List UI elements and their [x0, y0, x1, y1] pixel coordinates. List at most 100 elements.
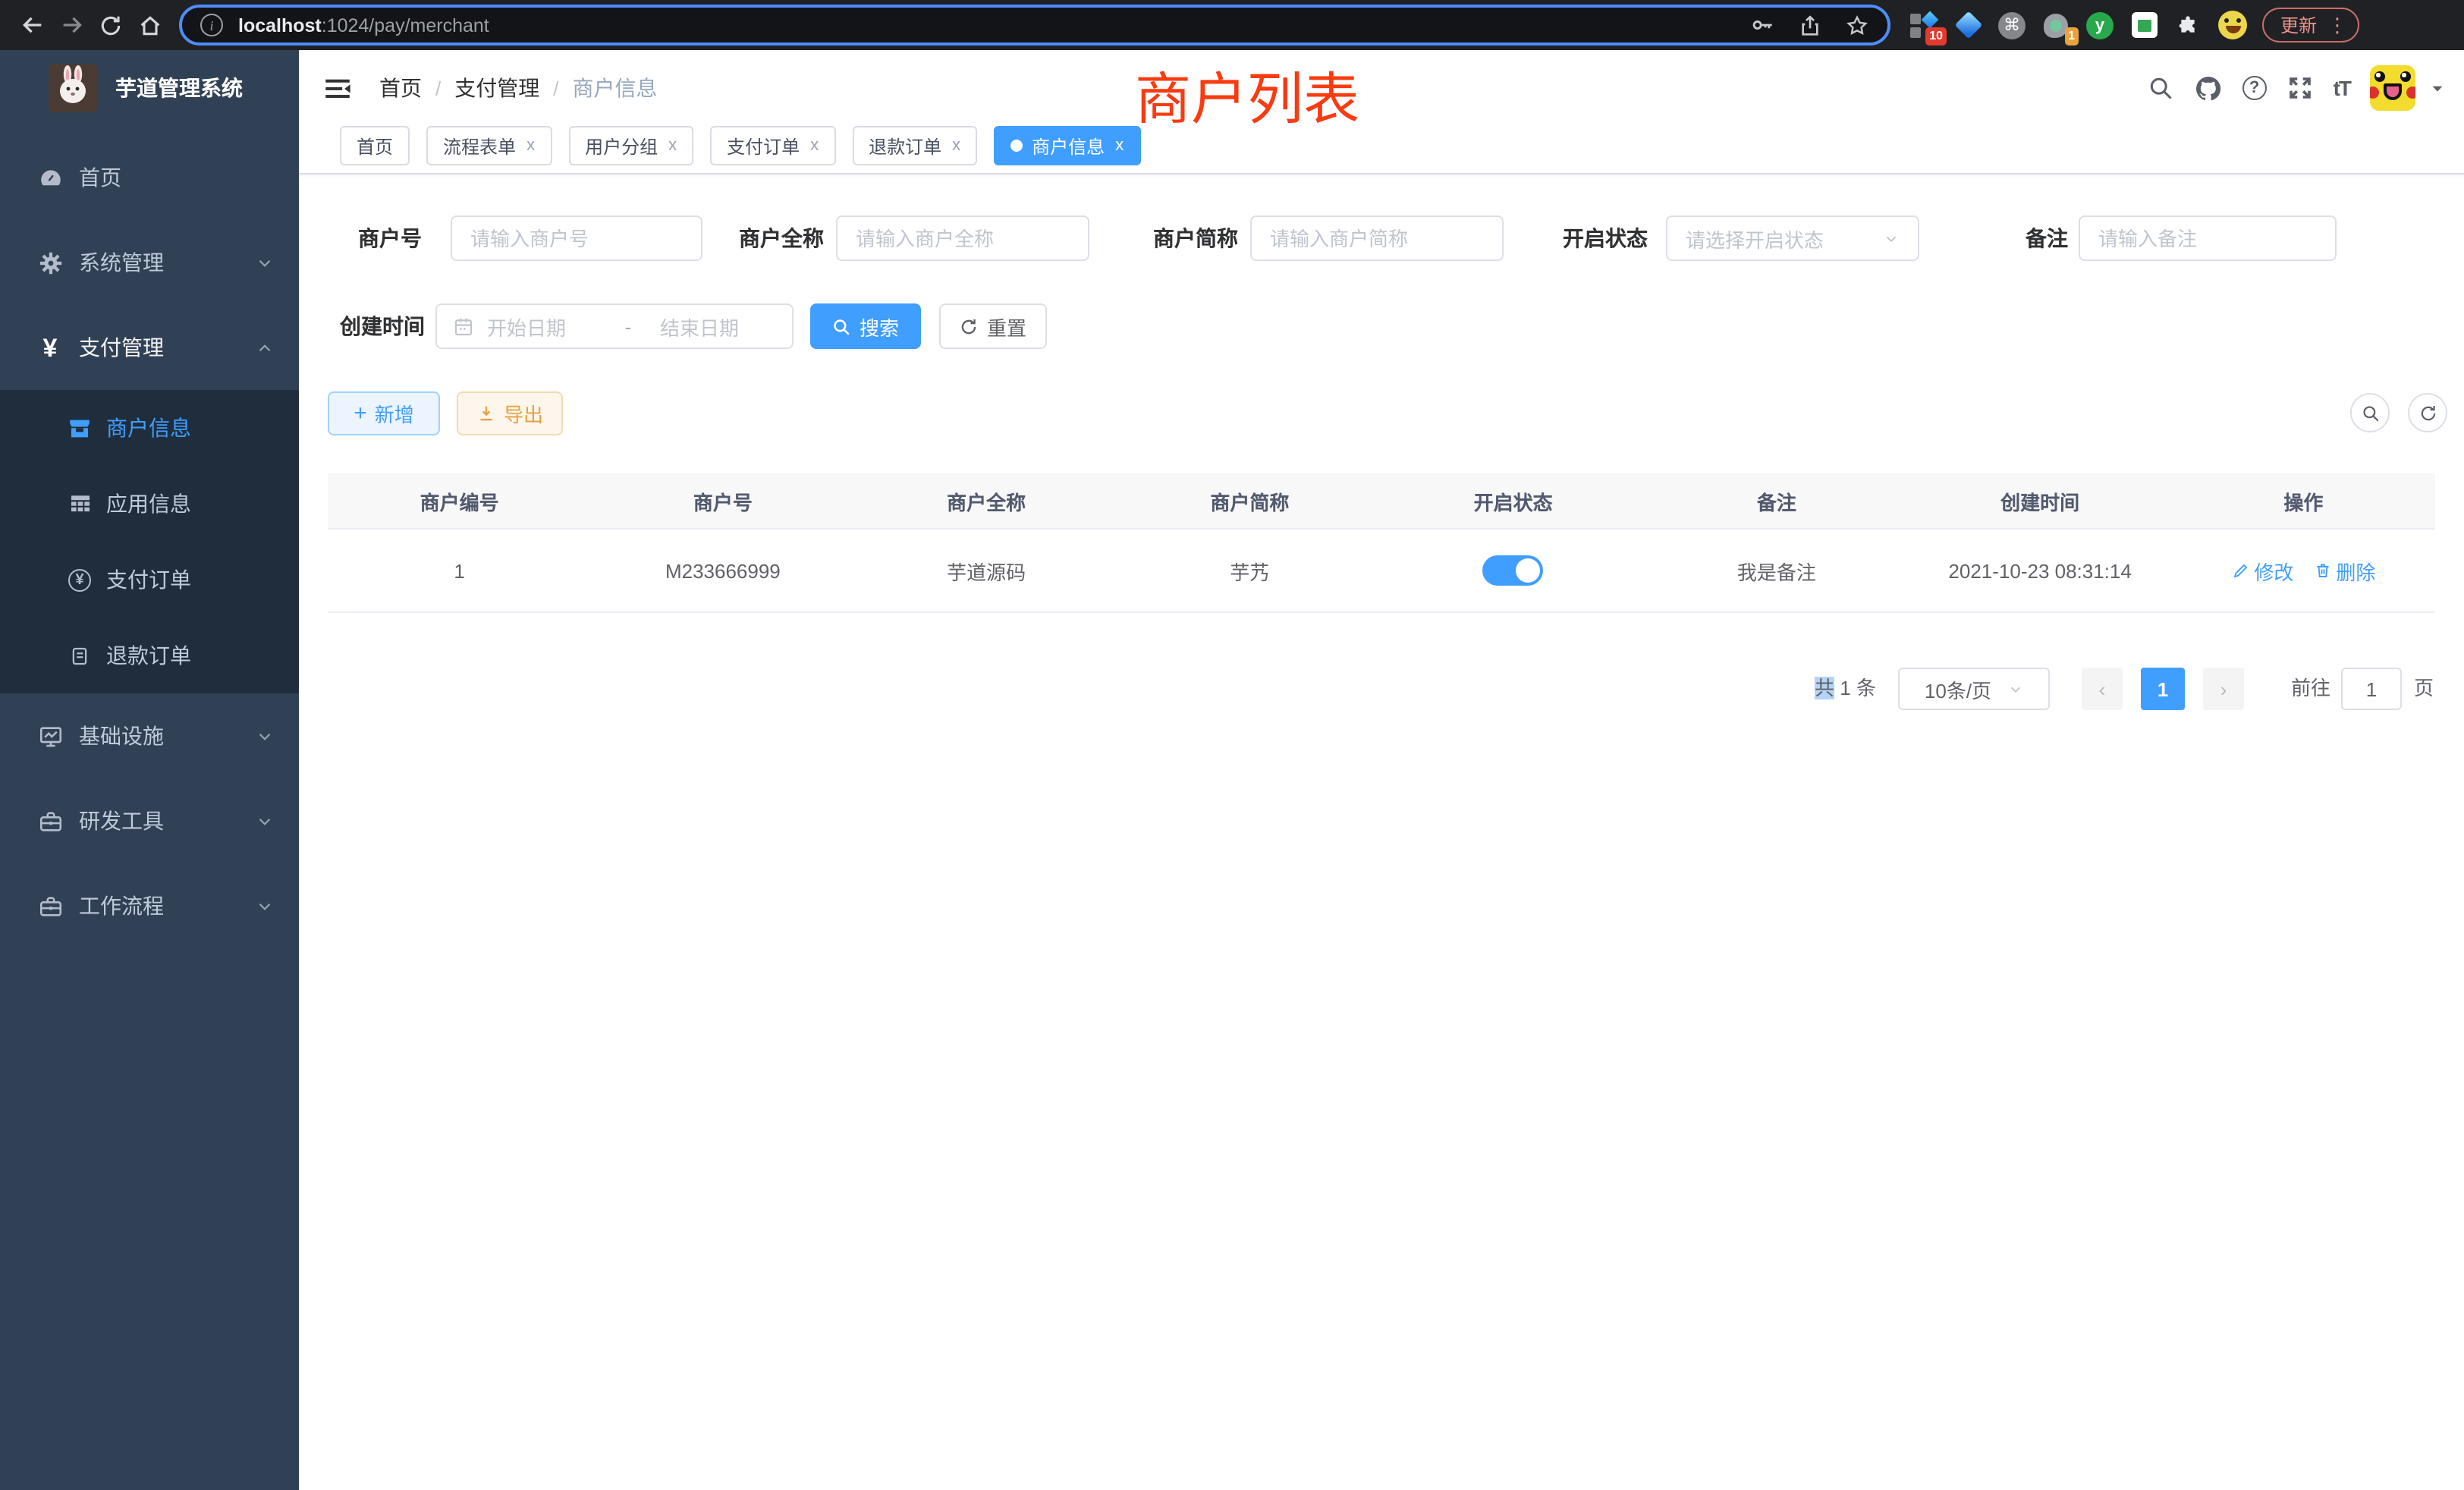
toolbar-row: + 新增 导出 [328, 391, 2435, 435]
fullscreen-icon[interactable] [2286, 74, 2314, 102]
edit-button[interactable]: 修改 [2231, 556, 2293, 585]
close-icon[interactable]: x [526, 137, 535, 155]
github-icon[interactable] [2194, 74, 2223, 102]
font-size-icon[interactable]: tT [2334, 76, 2350, 100]
date-start-input[interactable]: 开始日期 [487, 312, 605, 341]
adblock-extension-icon[interactable]: 10 [1910, 11, 1938, 39]
select-caret-icon [1883, 230, 1900, 247]
date-end-input[interactable]: 结束日期 [651, 312, 769, 341]
browser-reload-icon[interactable] [91, 5, 130, 45]
tab-user-group[interactable]: 用户分组x [568, 126, 693, 165]
user-avatar[interactable] [2370, 65, 2415, 111]
yen-circle-icon: ¥ [67, 568, 93, 591]
browser-menu-icon[interactable]: ⋮ [2327, 13, 2347, 37]
browser-back-icon[interactable] [12, 5, 52, 45]
reset-button[interactable]: 重置 [939, 303, 1047, 349]
col-short-name: 商户简称 [1118, 486, 1381, 515]
share-icon[interactable] [1798, 13, 1822, 37]
page-1-button[interactable]: 1 [2141, 668, 2185, 710]
chat-extension-icon[interactable] [2130, 11, 2158, 39]
sidebar-item-workflow[interactable]: 工作流程 [0, 863, 299, 948]
cell-full-name: 芋道源码 [855, 556, 1118, 585]
sidebar-item-merchant-info[interactable]: 商户信息 [0, 390, 299, 466]
col-status: 开启状态 [1381, 486, 1645, 515]
col-remark: 备注 [1645, 486, 1908, 515]
sidebar-item-infrastructure[interactable]: 基础设施 [0, 693, 299, 778]
create-time-range-picker[interactable]: 开始日期 - 结束日期 [435, 303, 794, 349]
app-logo-row[interactable]: 芋道管理系统 [0, 50, 299, 126]
site-info-icon[interactable]: i [200, 14, 223, 36]
cell-merchant-id: 1 [328, 559, 591, 582]
status-toggle[interactable] [1483, 555, 1544, 586]
search-button[interactable]: 搜索 [810, 303, 921, 349]
delete-button[interactable]: 删除 [2313, 556, 2375, 585]
help-icon[interactable]: ? [2242, 76, 2267, 100]
cell-actions: 修改 删除 [2172, 556, 2435, 585]
tab-merchant-info[interactable]: 商户信息x [994, 126, 1140, 165]
sidebar-item-payment[interactable]: ¥ 支付管理 [0, 305, 299, 390]
address-bar[interactable]: i localhost:1024/pay/merchant [179, 5, 1890, 46]
sidebar-item-refund-order[interactable]: 退款订单 [0, 618, 299, 693]
user-menu-caret-icon[interactable] [2429, 80, 2446, 96]
close-icon[interactable]: x [810, 137, 819, 155]
cell-remark: 我是备注 [1645, 556, 1908, 585]
app-title: 芋道管理系统 [115, 73, 243, 103]
app-logo [49, 64, 97, 112]
next-page-button[interactable]: › [2203, 668, 2244, 710]
remark-label: 备注 [2026, 215, 2068, 261]
tab-process-form[interactable]: 流程表单x [426, 126, 552, 165]
chevron-down-icon [255, 726, 275, 746]
screen: i localhost:1024/pay/merchant 10 ⌘ 1 y [0, 0, 2464, 1490]
command-extension-icon[interactable]: ⌘ [1998, 11, 2026, 39]
bookmark-star-icon[interactable] [1845, 13, 1869, 37]
add-button[interactable]: + 新增 [328, 391, 440, 435]
close-icon[interactable]: x [952, 137, 960, 155]
create-time-label: 创建时间 [340, 303, 425, 349]
extensions-area: 10 ⌘ 1 y [1910, 11, 2247, 39]
prev-page-button[interactable]: ‹ [2082, 668, 2123, 710]
page-content: 商户号 商户全称 商户简称 开启状态 请选择开启状态 备注 [299, 215, 2464, 710]
extensions-puzzle-icon[interactable] [2174, 11, 2202, 39]
page-title-annotation: 商户列表 [1135, 53, 1359, 135]
full-name-input[interactable] [836, 215, 1089, 261]
chevron-down-icon [255, 253, 275, 272]
short-name-input[interactable] [1250, 215, 1504, 261]
browser-home-icon[interactable] [130, 5, 170, 45]
goto-page-input[interactable] [2341, 668, 2402, 710]
sidebar-item-system[interactable]: 系统管理 [0, 220, 299, 305]
collapse-sidebar-icon[interactable] [322, 72, 355, 104]
password-key-icon[interactable] [1749, 12, 1775, 38]
toolbox-icon [36, 893, 64, 919]
notifier-extension-icon[interactable]: 1 [2042, 11, 2070, 39]
refresh-table-button[interactable] [2408, 393, 2447, 432]
tab-home[interactable]: 首页 [340, 126, 410, 165]
dashboard-icon [36, 165, 64, 190]
short-name-label: 商户简称 [1153, 215, 1238, 261]
browser-forward-icon[interactable] [52, 5, 91, 45]
gem-extension-icon[interactable] [1954, 11, 1982, 39]
y-extension-icon[interactable]: y [2086, 11, 2114, 39]
tab-refund-order[interactable]: 退款订单x [852, 126, 977, 165]
sidebar-item-home[interactable]: 首页 [0, 135, 299, 220]
merchant-no-input[interactable] [451, 215, 702, 261]
sidebar-item-app-info[interactable]: 应用信息 [0, 466, 299, 542]
tab-pay-order[interactable]: 支付订单x [710, 126, 835, 165]
grid-icon [67, 492, 93, 516]
browser-profile-avatar[interactable] [2218, 11, 2247, 39]
close-icon[interactable]: x [1115, 137, 1124, 155]
sidebar-item-pay-order[interactable]: ¥ 支付订单 [0, 542, 299, 618]
remark-input[interactable] [2079, 215, 2337, 261]
url-text[interactable]: localhost:1024/pay/merchant [238, 14, 1749, 36]
download-icon [476, 404, 496, 423]
sidebar-item-dev-tools[interactable]: 研发工具 [0, 778, 299, 863]
close-icon[interactable]: x [668, 137, 677, 155]
browser-update-button[interactable]: 更新 ⋮ [2262, 8, 2359, 42]
export-button[interactable]: 导出 [457, 391, 563, 435]
search-icon[interactable] [2147, 74, 2174, 102]
yen-icon: ¥ [36, 335, 64, 360]
page-size-select[interactable]: 10条/页 [1898, 668, 2050, 710]
show-search-toggle-button[interactable] [2350, 393, 2390, 432]
breadcrumb-payment[interactable]: 支付管理 [454, 73, 539, 103]
status-select[interactable]: 请选择开启状态 [1666, 215, 1919, 261]
breadcrumb-home[interactable]: 首页 [379, 73, 422, 103]
